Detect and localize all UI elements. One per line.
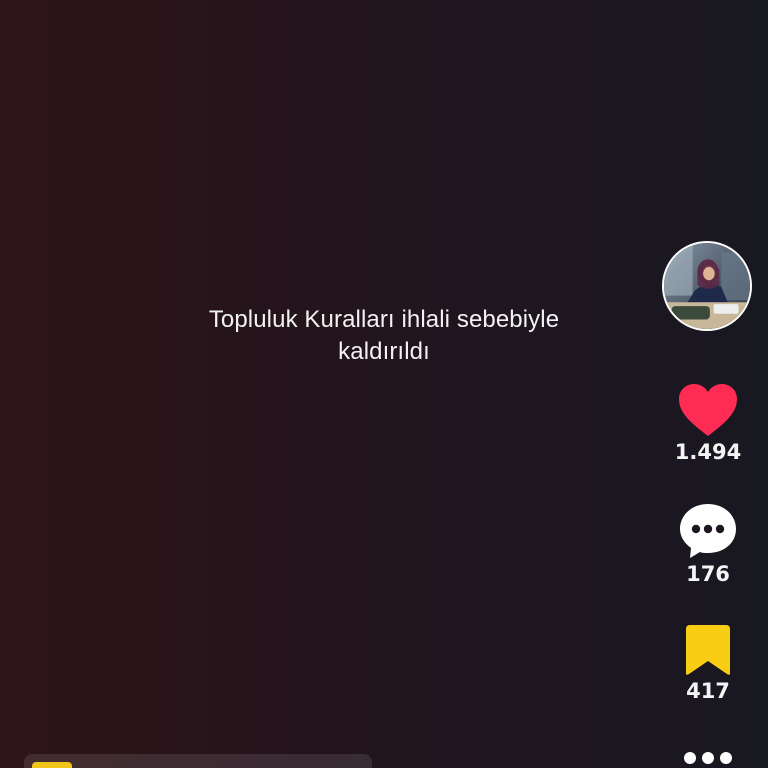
creator-avatar[interactable] xyxy=(662,241,752,331)
more-dots-icon[interactable] xyxy=(678,749,738,767)
removed-video-notice: Topluluk Kuralları ihlali sebebiyle kald… xyxy=(160,304,608,368)
profile-photo-icon xyxy=(664,243,750,329)
bottom-info-bar[interactable] xyxy=(24,754,372,768)
save-action[interactable]: 417 xyxy=(664,623,752,703)
comment-bubble-icon[interactable] xyxy=(678,502,738,560)
comment-count: 176 xyxy=(686,562,730,586)
like-action[interactable]: 1.494 xyxy=(664,382,752,464)
bookmark-icon[interactable] xyxy=(684,623,732,677)
comment-action[interactable]: 176 xyxy=(664,502,752,586)
heart-icon[interactable] xyxy=(677,382,739,438)
removed-notice-line-2: kaldırıldı xyxy=(338,338,430,365)
save-count: 417 xyxy=(686,679,730,703)
video-player-screen: Topluluk Kuralları ihlali sebebiyle kald… xyxy=(0,0,768,768)
like-count: 1.494 xyxy=(674,440,742,464)
removed-notice-line-1: Topluluk Kuralları ihlali sebebiyle xyxy=(208,306,560,333)
bottom-bar-badge xyxy=(32,762,72,768)
